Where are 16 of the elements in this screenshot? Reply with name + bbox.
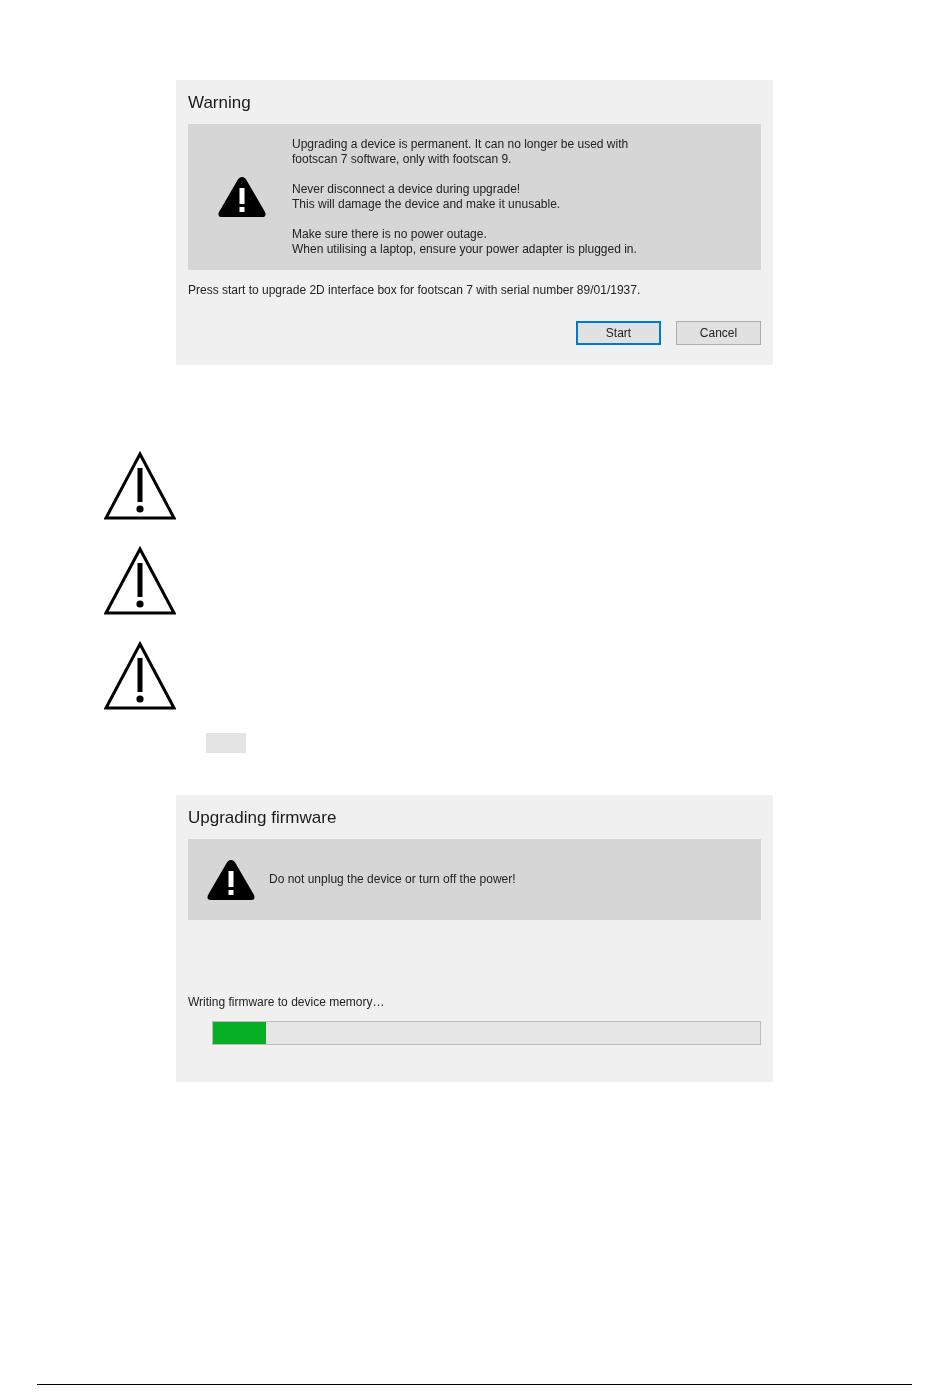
status-text: Writing firmware to device memory… [188, 995, 386, 1010]
caution-icon [104, 451, 176, 521]
warning-text: Upgrading a device is permanent. It can no longer be used with footscan 7 software, only with footscan 9. [292, 137, 630, 167]
start-button[interactable]: Start [576, 321, 661, 345]
caution-icon [104, 546, 176, 616]
dialog-title: Upgrading firmware [188, 807, 338, 829]
blank-patch [206, 733, 246, 753]
warning-text: Do not unplug the device or turn off the power! [269, 872, 516, 887]
caution-icon [104, 641, 176, 711]
cancel-button[interactable]: Cancel [676, 321, 761, 345]
warning-text: Never disconnect a device during upgrade! This will damage the device and make it unusable. [292, 182, 562, 212]
warning-icon [205, 857, 256, 902]
dialog-title: Warning [188, 92, 252, 114]
warning-text: Make sure there is no power outage. When utilising a laptop, ensure your power adapter is plugged in. [292, 227, 637, 257]
warning-icon [217, 175, 267, 219]
prompt-text: Press start to upgrade 2D interface box for footscan 7 with serial number 89/01/1937. [188, 283, 642, 298]
